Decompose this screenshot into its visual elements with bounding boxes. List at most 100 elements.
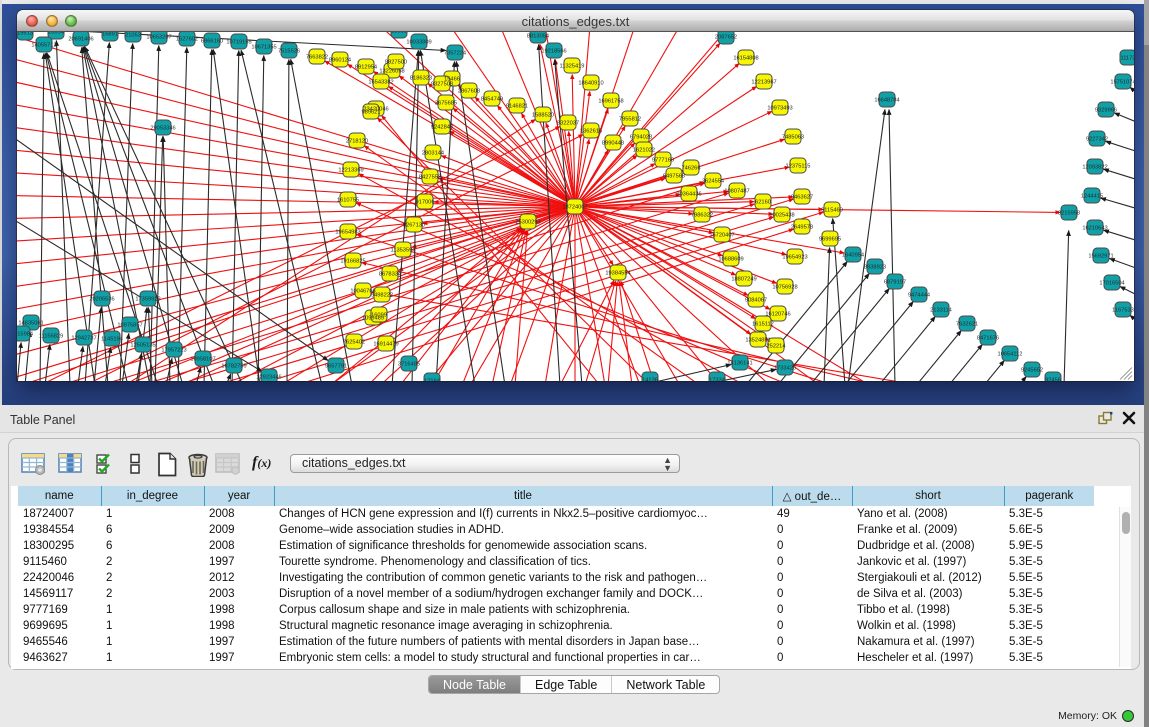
svg-text:8678334: 8678334 <box>379 272 401 278</box>
svg-text:6879197: 6879197 <box>884 280 906 286</box>
svg-text:2087652: 2087652 <box>715 35 737 41</box>
svg-text:20206536: 20206536 <box>89 297 114 303</box>
svg-text:12505135: 12505135 <box>130 343 155 349</box>
svg-text:8938923: 8938923 <box>864 265 886 271</box>
svg-text:10671355: 10671355 <box>251 45 276 51</box>
svg-text:3675685: 3675685 <box>435 101 457 107</box>
svg-text:21053: 21053 <box>125 33 141 39</box>
svg-text:10033809: 10033809 <box>406 40 431 46</box>
svg-text:2803144: 2803144 <box>422 151 444 157</box>
svg-text:19513: 19513 <box>17 32 33 37</box>
svg-text:11325419: 11325419 <box>560 64 585 70</box>
svg-text:10025438: 10025438 <box>769 213 794 219</box>
svg-text:20691406: 20691406 <box>68 37 93 43</box>
svg-text:10654112: 10654112 <box>998 352 1023 358</box>
svg-text:15751074: 15751074 <box>1110 80 1134 86</box>
svg-text:6794028: 6794028 <box>630 135 652 141</box>
svg-text:18931: 18931 <box>391 32 407 35</box>
svg-text:8427552: 8427552 <box>419 175 441 181</box>
svg-text:11353594: 11353594 <box>391 248 416 254</box>
svg-text:9327508: 9327508 <box>431 82 453 88</box>
svg-text:917006: 917006 <box>416 200 435 206</box>
svg-text:16154808: 16154808 <box>733 56 758 62</box>
svg-text:1588520: 1588520 <box>532 113 554 119</box>
svg-text:2718120: 2718120 <box>346 139 368 145</box>
svg-text:12213369: 12213369 <box>338 168 363 174</box>
svg-text:7625402: 7625402 <box>343 340 365 346</box>
svg-text:10653267: 10653267 <box>146 35 171 41</box>
svg-text:15692971: 15692971 <box>1088 254 1113 260</box>
svg-text:14835061: 14835061 <box>18 321 43 327</box>
svg-text:7986322: 7986322 <box>691 213 713 219</box>
svg-text:29053346: 29053346 <box>150 126 175 132</box>
svg-text:9657791: 9657791 <box>325 364 347 370</box>
svg-text:9827500: 9827500 <box>385 60 407 66</box>
svg-text:1640954: 1640954 <box>842 253 864 259</box>
svg-text:1621022: 1621022 <box>633 148 655 154</box>
svg-text:8912954: 8912954 <box>355 65 377 71</box>
svg-text:16961758: 16961758 <box>598 99 623 105</box>
svg-text:10975857: 10975857 <box>117 323 142 329</box>
svg-text:18640910: 18640910 <box>578 81 603 87</box>
svg-text:15720407: 15720407 <box>709 233 734 239</box>
svg-text:18724007: 18724007 <box>562 205 587 211</box>
svg-text:1362615: 1362615 <box>580 129 602 135</box>
svg-text:6966160: 6966160 <box>201 39 223 45</box>
svg-text:14136: 14136 <box>642 378 658 382</box>
svg-text:9463627: 9463627 <box>791 195 813 201</box>
svg-text:10688609: 10688609 <box>718 257 743 263</box>
svg-text:746266: 746266 <box>682 166 701 172</box>
svg-text:7632621: 7632621 <box>956 322 978 328</box>
svg-text:13226058: 13226058 <box>379 69 404 75</box>
svg-text:14136141: 14136141 <box>727 361 752 367</box>
svg-text:9498222: 9498222 <box>371 293 393 299</box>
svg-text:2649578: 2649578 <box>791 225 813 231</box>
svg-text:989621: 989621 <box>362 110 381 116</box>
svg-text:6497568: 6497568 <box>663 174 685 180</box>
svg-text:252214: 252214 <box>767 344 786 350</box>
svg-text:17359928: 17359928 <box>135 297 160 303</box>
svg-text:9245652: 9245652 <box>1021 368 1043 374</box>
svg-text:9329966: 9329966 <box>1095 108 1117 114</box>
svg-text:3624554: 3624554 <box>702 179 724 185</box>
svg-text:9084067: 9084067 <box>745 298 767 304</box>
svg-text:8990448: 8990448 <box>602 141 624 147</box>
svg-text:1145194: 1145194 <box>101 337 123 343</box>
svg-text:19654923: 19654923 <box>782 255 807 261</box>
svg-text:1244415: 1244415 <box>1081 194 1103 200</box>
svg-text:8186323: 8186323 <box>410 76 432 82</box>
svg-text:8215958: 8215958 <box>1058 211 1080 217</box>
svg-text:17334: 17334 <box>709 378 725 382</box>
svg-text:9115460: 9115460 <box>821 208 843 214</box>
svg-text:10973493: 10973493 <box>767 106 792 112</box>
svg-text:9474444: 9474444 <box>908 293 930 299</box>
svg-text:2133114: 2133114 <box>930 308 952 314</box>
svg-text:8813054: 8813054 <box>527 34 549 40</box>
svg-text:20694: 20694 <box>48 32 64 36</box>
svg-text:11173: 11173 <box>1121 56 1134 62</box>
svg-text:8454749: 8454749 <box>481 97 503 103</box>
svg-text:16210643: 16210643 <box>1082 226 1107 232</box>
svg-text:11156829: 11156829 <box>39 334 63 340</box>
svg-text:18807249: 18807249 <box>731 277 756 283</box>
svg-text:10719155: 10719155 <box>226 40 251 46</box>
svg-text:7485063: 7485063 <box>782 135 804 141</box>
svg-text:7357224: 7357224 <box>444 51 466 57</box>
svg-text:17016504: 17016504 <box>1099 281 1124 287</box>
svg-text:1610755: 1610755 <box>337 198 359 204</box>
svg-text:25300293: 25300293 <box>515 220 540 226</box>
svg-text:92456: 92456 <box>1045 378 1061 382</box>
svg-text:10807487: 10807487 <box>724 189 749 195</box>
svg-text:3716485: 3716485 <box>398 362 420 368</box>
svg-text:20364436: 20364436 <box>676 192 701 198</box>
svg-text:8960124: 8960124 <box>329 58 351 64</box>
svg-text:16120746: 16120746 <box>765 312 790 318</box>
svg-text:17164: 17164 <box>424 379 440 382</box>
svg-text:12942737: 12942737 <box>71 336 96 342</box>
svg-text:7515526: 7515526 <box>278 49 300 55</box>
svg-text:10756928: 10756928 <box>772 285 797 291</box>
svg-text:16099: 16099 <box>371 313 387 319</box>
svg-text:12213967: 12213967 <box>751 80 776 86</box>
svg-text:9227342: 9227342 <box>1086 137 1108 143</box>
svg-text:9699695: 9699695 <box>819 237 841 243</box>
